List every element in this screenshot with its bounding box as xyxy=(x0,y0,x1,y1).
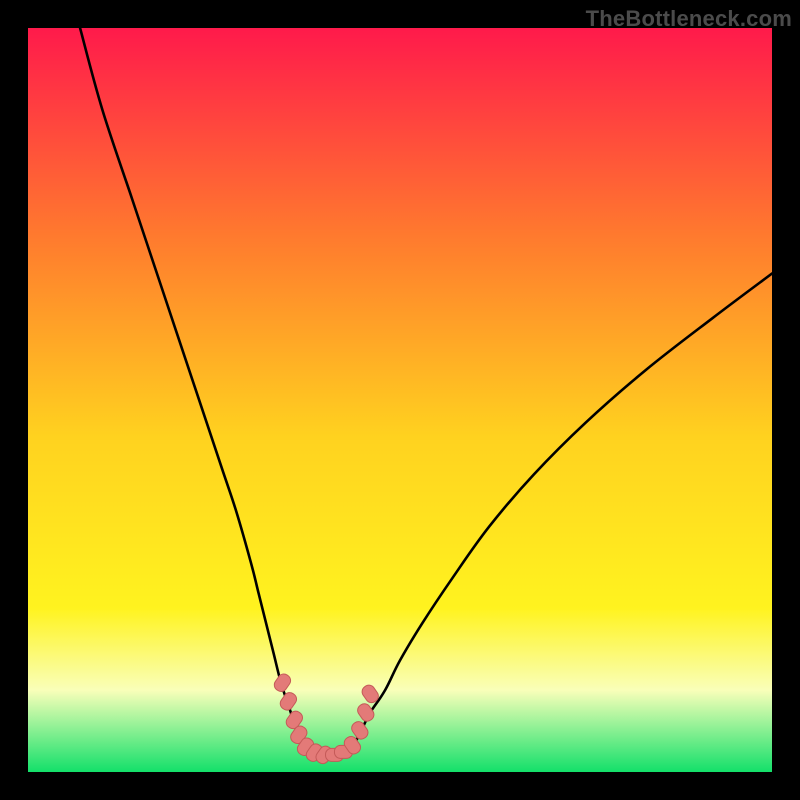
outer-frame: TheBottleneck.com xyxy=(0,0,800,800)
watermark-text: TheBottleneck.com xyxy=(586,6,792,32)
chart-svg xyxy=(28,28,772,772)
plot-area xyxy=(28,28,772,772)
